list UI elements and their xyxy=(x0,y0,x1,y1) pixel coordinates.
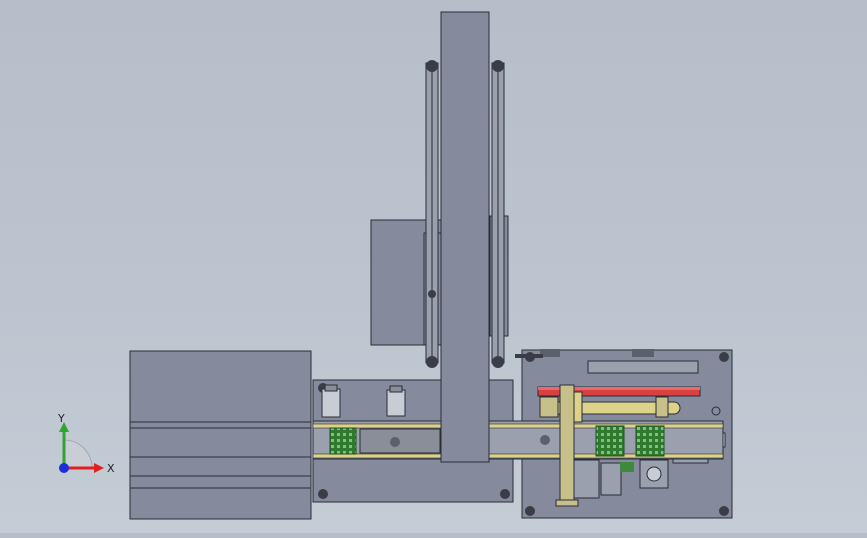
cad-viewport[interactable] xyxy=(0,0,867,533)
base-clamp xyxy=(515,354,543,358)
main-column xyxy=(440,11,490,463)
triad-arc xyxy=(63,439,93,469)
y-axis-label: Y xyxy=(57,412,65,425)
left-cabinet xyxy=(129,350,312,520)
tray-3 xyxy=(635,425,665,457)
tray-2 xyxy=(595,425,625,457)
x-axis-arrowhead xyxy=(94,463,104,473)
conveyor xyxy=(312,420,724,460)
tray-1 xyxy=(329,427,357,455)
coordinate-triad: Y X xyxy=(57,412,115,475)
assembly-drawing xyxy=(129,11,733,520)
x-axis-label: X xyxy=(107,462,115,475)
z-axis-dot xyxy=(59,463,69,473)
